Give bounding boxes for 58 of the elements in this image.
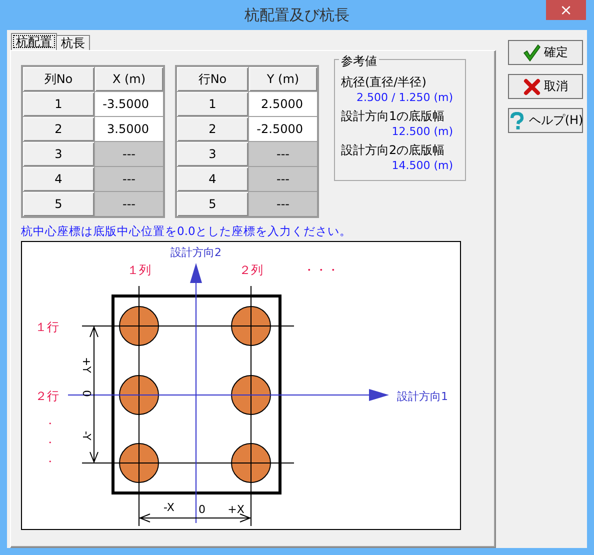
column-header: 列No [22, 66, 94, 92]
row-header: 1 [22, 92, 94, 116]
dimension-label: -X [164, 501, 174, 514]
dimension-label: +Y [80, 357, 93, 373]
row-header: 1 [176, 92, 248, 116]
checkmark-icon [523, 44, 541, 62]
input-cell[interactable]: -3.5000 [94, 92, 164, 116]
input-cell[interactable]: 3.5000 [94, 116, 164, 142]
question-mark-icon [508, 112, 526, 130]
row-label: ２行 [35, 389, 59, 403]
table-cell: --- [248, 142, 318, 166]
row-label: ・ [45, 457, 55, 468]
row-label: ・ [45, 419, 55, 430]
dimension-label: 0 [198, 503, 206, 516]
row-header: 4 [176, 166, 248, 192]
input-cell[interactable]: -2.5000 [248, 116, 318, 142]
row-header: 3 [176, 142, 248, 166]
column-label: ２列 [239, 263, 263, 277]
cross-icon [523, 78, 541, 96]
tab[interactable]: 杭配置 [11, 33, 57, 50]
dialog-button[interactable]: 取消 [508, 74, 583, 99]
reference-value: 14.500 (m) [390, 159, 454, 172]
axis-label: 設計方向2 [170, 246, 222, 259]
column-label: ・・・ [303, 263, 339, 277]
close-button[interactable]: × [546, 0, 586, 20]
table-cell: --- [94, 192, 164, 217]
reference-label: 杭径(直径/半径) [341, 74, 428, 91]
group-title: 参考値 [339, 54, 379, 68]
reference-value: 2.500 / 1.250 (m) [356, 91, 454, 104]
row-header: 3 [22, 142, 94, 166]
column-header: 行No [176, 66, 248, 92]
row-header: 2 [176, 116, 248, 142]
axis-label: 設計方向1 [397, 390, 448, 403]
window-title: 杭配置及び杭長 [244, 5, 350, 26]
row-label: ・ [45, 438, 55, 449]
column-header: X (m) [94, 66, 164, 92]
reference-value: 12.500 (m) [390, 125, 454, 138]
dimension-label: 0 [80, 390, 93, 397]
table-cell: --- [94, 142, 164, 166]
dimension-label: +X [228, 503, 244, 516]
dimension-label: -Y [80, 431, 93, 440]
input-cell[interactable]: 2.5000 [248, 92, 318, 116]
column-label: １列 [127, 263, 151, 277]
dialog-button[interactable]: ヘルプ(H) [508, 108, 583, 133]
reference-label: 設計方向2の底版幅 [341, 142, 446, 159]
tab[interactable]: 杭長 [56, 35, 90, 50]
row-header: 5 [176, 192, 248, 217]
row-header: 5 [22, 192, 94, 217]
table-cell: --- [248, 192, 318, 217]
dialog-button[interactable]: 確定 [508, 40, 583, 65]
reference-label: 設計方向1の底版幅 [341, 108, 446, 125]
table-cell: --- [248, 166, 318, 192]
table-cell: --- [94, 166, 164, 192]
row-header: 4 [22, 166, 94, 192]
column-header: Y (m) [248, 66, 318, 92]
instruction-text: 杭中心座標は底版中心位置を0.0とした座標を入力ください。 [21, 224, 352, 239]
row-header: 2 [22, 116, 94, 142]
row-label: １行 [35, 320, 59, 334]
